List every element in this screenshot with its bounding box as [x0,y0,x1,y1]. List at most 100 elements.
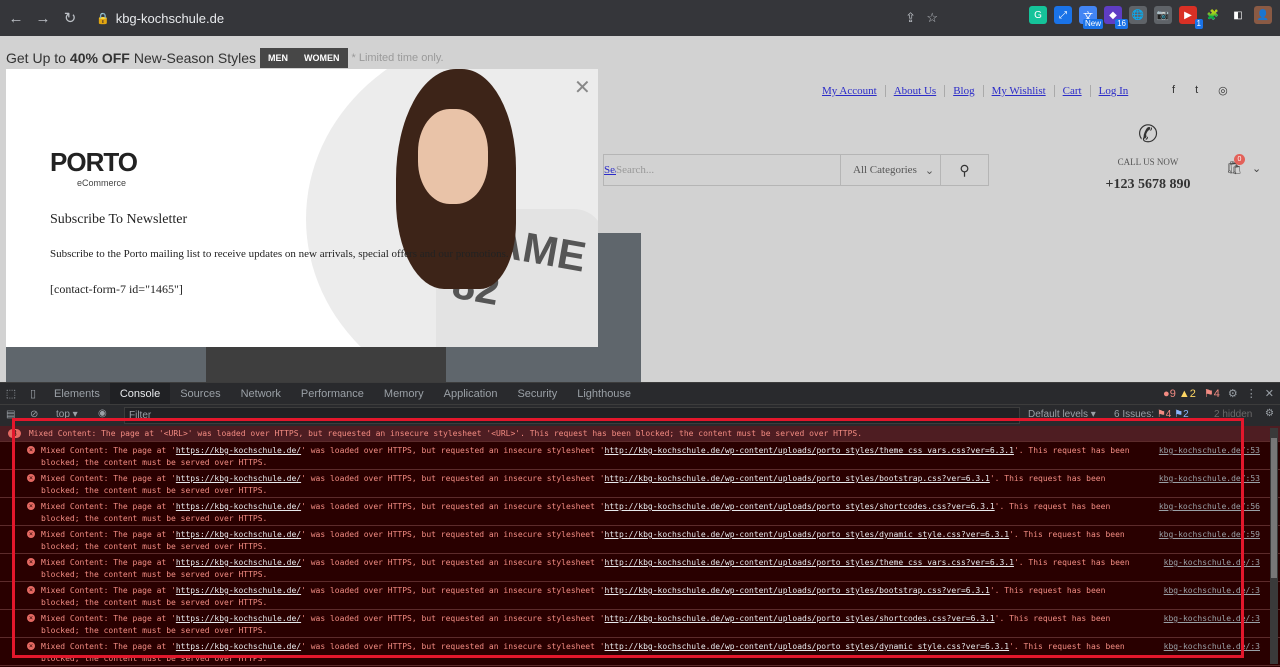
resource-url-link[interactable]: http://kbg-kochschule.de/wp-content/uplo… [605,502,995,511]
error-count-badge[interactable]: ●9 ▲2 [1163,388,1196,400]
search-button[interactable]: ⚲ [940,155,988,185]
tab-memory[interactable]: Memory [374,383,434,405]
link-my-account[interactable]: My Account [822,85,886,97]
resource-url-link[interactable]: http://kbg-kochschule.de/wp-content/uplo… [605,586,990,595]
source-link[interactable]: kbg-kochschule.de/:53 [1159,473,1260,485]
instagram-icon[interactable]: ◎ [1218,84,1228,97]
resource-url-link[interactable]: http://kbg-kochschule.de/wp-content/uplo… [605,446,1014,455]
page-url-link[interactable]: https://kbg-kochschule.de/ [176,474,301,483]
more-menu-icon[interactable]: ⋮ [1246,387,1257,400]
popup-text: Subscribe to the Porto mailing list to r… [50,248,509,260]
device-toggle-icon[interactable]: ▯ [22,387,44,400]
phone-number[interactable]: +123 5678 890 [1100,177,1196,193]
console-message[interactable]: × Mixed Content: The page at 'https://kbg… [0,442,1280,470]
category-select[interactable]: All Categories ⌄ [840,155,940,185]
page-url-link[interactable]: https://kbg-kochschule.de/ [176,530,301,539]
console-message[interactable]: × Mixed Content: The page at 'https://kbg… [0,470,1280,498]
source-link[interactable]: kbg-kochschule.de/:59 [1159,529,1260,541]
sidebar-toggle-icon[interactable]: ▤ [6,409,15,420]
tab-elements[interactable]: Elements [44,383,110,405]
sidepanel-icon[interactable]: ◧ [1229,6,1247,24]
source-link[interactable]: kbg-kochschule.de/:3 [1164,557,1260,569]
page-url-link[interactable]: https://kbg-kochschule.de/ [176,502,301,511]
console-message[interactable]: × Mixed Content: The page at 'https://kbg… [0,638,1280,666]
share-icon[interactable]: ⇪ [905,10,916,26]
facebook-icon[interactable]: f [1172,84,1175,97]
settings-icon[interactable]: ⚙ [1228,387,1238,400]
message-text: ' was loaded over HTTPS, but requested a… [301,530,605,539]
puzzle-icon[interactable]: 🧩 [1204,6,1222,24]
extension-red-icon[interactable]: ▶ 1 [1179,6,1203,29]
tab-application[interactable]: Application [434,383,508,405]
source-link[interactable]: kbg-kochschule.de/:53 [1159,445,1260,457]
extension-badge: New [1082,19,1103,29]
resource-url-link[interactable]: http://kbg-kochschule.de/wp-content/uplo… [605,614,995,623]
twitter-icon[interactable]: t [1195,84,1198,97]
profile-avatar[interactable]: 👤 [1254,6,1272,24]
page-url-link[interactable]: https://kbg-kochschule.de/ [176,642,301,651]
resource-url-link[interactable]: http://kbg-kochschule.de/wp-content/uplo… [605,530,1010,539]
globe-icon[interactable]: 🌐 [1129,6,1147,24]
reload-icon[interactable]: ↻ [59,7,81,29]
link-my-wishlist[interactable]: My Wishlist [984,85,1055,97]
address-bar[interactable]: 🔒 kbg-kochschule.de ⇪ ☆ [88,6,938,30]
tab-sources[interactable]: Sources [170,383,230,405]
camera-icon[interactable]: 📷 [1154,6,1172,24]
inspect-icon[interactable]: ⬚ [0,387,22,400]
forward-icon[interactable]: → [32,7,54,29]
resource-url-link[interactable]: http://kbg-kochschule.de/wp-content/uplo… [605,474,990,483]
console-message[interactable]: × Mixed Content: The page at 'https://kbg… [0,582,1280,610]
women-tag[interactable]: WOMEN [296,48,348,68]
link-cart[interactable]: Cart [1055,85,1091,97]
levels-select[interactable]: Default levels ▾ [1028,409,1096,420]
close-devtools-icon[interactable]: ✕ [1265,387,1274,400]
source-link[interactable]: kbg-kochschule.de/:3 [1164,585,1260,597]
console-settings-icon[interactable]: ⚙ [1265,408,1274,419]
page-url-link[interactable]: https://kbg-kochschule.de/ [176,586,301,595]
url-text[interactable]: kbg-kochschule.de [116,11,224,26]
console-toolbar: ▤ ⊘ top ▾ ◉ Filter Default levels ▾ 6 Is… [0,404,1280,426]
grammarly-icon[interactable]: G [1029,6,1047,24]
bookmark-star-icon[interactable]: ☆ [926,10,938,26]
page-url-link[interactable]: https://kbg-kochschule.de/ [176,558,301,567]
issues-badge[interactable]: ⚑4 [1204,387,1220,400]
logo-main: PORTO [50,147,138,177]
message-group[interactable]: 8 Mixed Content: The page at '<URL>' was… [0,426,1280,442]
tab-performance[interactable]: Performance [291,383,374,405]
men-tag[interactable]: MEN [260,48,296,68]
source-link[interactable]: kbg-kochschule.de/:56 [1159,501,1260,513]
clear-console-icon[interactable]: ⊘ [30,409,38,420]
console-message[interactable]: × Mixed Content: The page at 'https://kbg… [0,498,1280,526]
extension-badge-icon[interactable]: ◆ 16 [1104,6,1128,29]
lock-icon[interactable]: 🔒 [96,12,110,25]
issues-link[interactable]: 6 Issues: ⚑4 ⚑2 [1114,409,1189,420]
page-url-link[interactable]: https://kbg-kochschule.de/ [176,614,301,623]
link-blog[interactable]: Blog [945,85,984,97]
source-link[interactable]: kbg-kochschule.de/:3 [1164,613,1260,625]
eye-icon[interactable]: ◉ [98,408,107,419]
console-message[interactable]: × Mixed Content: The page at 'https://kbg… [0,610,1280,638]
translate-icon[interactable]: 文 New [1079,6,1103,29]
tab-security[interactable]: Security [507,383,567,405]
console-scrollbar[interactable] [1270,428,1278,664]
search-input[interactable]: Search... [616,164,840,176]
tab-lighthouse[interactable]: Lighthouse [567,383,641,405]
social-links: f t ◎ [1172,84,1228,97]
tab-console[interactable]: Console [109,382,171,405]
back-icon[interactable]: ← [5,7,27,29]
context-select[interactable]: top ▾ [56,409,78,420]
resource-url-link[interactable]: http://kbg-kochschule.de/wp-content/uplo… [605,558,1014,567]
console-message[interactable]: × Mixed Content: The page at 'https://kbg… [0,526,1280,554]
expand-icon[interactable]: ⤢ [1054,6,1072,24]
link-about-us[interactable]: About Us [886,85,946,97]
link-log-in[interactable]: Log In [1091,85,1137,97]
console-message[interactable]: × Mixed Content: The page at 'https://kbg… [0,554,1280,582]
scrollbar-thumb[interactable] [1271,438,1277,578]
close-icon[interactable]: ✕ [574,75,591,100]
cart-button[interactable]: 🛍 0 ⌄ [1226,154,1261,176]
source-link[interactable]: kbg-kochschule.de/:3 [1164,641,1260,653]
tab-network[interactable]: Network [231,383,291,405]
resource-url-link[interactable]: http://kbg-kochschule.de/wp-content/uplo… [605,642,1010,651]
page-url-link[interactable]: https://kbg-kochschule.de/ [176,446,301,455]
filter-input[interactable]: Filter [124,407,1020,424]
